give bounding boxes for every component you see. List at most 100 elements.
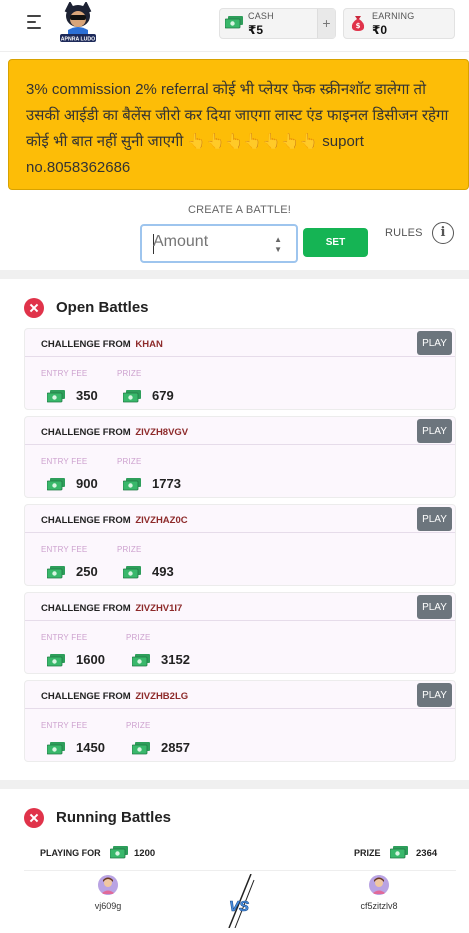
rules-link[interactable]: RULES <box>385 227 423 239</box>
challenger-name: ZIVZHV1I7 <box>135 603 183 614</box>
challenge-prefix: CHALLENGE FROM <box>41 515 131 526</box>
svg-text:$: $ <box>356 22 361 30</box>
open-battles-title: Open Battles <box>56 299 149 316</box>
player-two[interactable]: cf5zitzlv8 <box>339 875 419 911</box>
challenger-name: KHAN <box>135 339 163 350</box>
earning-wallet[interactable]: $ EARNING ₹0 <box>343 8 455 39</box>
entry-fee-value: 350 <box>76 388 98 403</box>
add-cash-button[interactable]: + <box>317 9 335 38</box>
player-one[interactable]: vj609g <box>68 875 148 911</box>
menu-icon[interactable] <box>27 15 43 31</box>
player-two-name: cf5zitzlv8 <box>360 901 398 911</box>
cash-icon <box>46 654 65 672</box>
cash-icon <box>122 390 141 408</box>
running-battles-title: Running Battles <box>56 809 171 826</box>
entry-fee-value: 1450 <box>76 740 105 755</box>
challenge-from: CHALLENGE FROM KHAN <box>41 339 163 350</box>
challenge-from: CHALLENGE FROM ZIVZHV1I7 <box>41 603 182 614</box>
logo-text: APNRA LUDO <box>61 37 95 43</box>
challenge-prefix: CHALLENGE FROM <box>41 691 131 702</box>
prize-label: PRIZE <box>126 721 151 730</box>
battle-card: CHALLENGE FROM ZIVZHAZ0C PLAY ENTRY FEE PRI… <box>24 504 456 586</box>
earning-label: EARNING <box>372 11 415 21</box>
battle-card-header: CHALLENGE FROM ZIVZHB2LG PLAY <box>25 681 455 709</box>
money-bag-icon: $ <box>351 16 365 31</box>
amount-input[interactable] <box>153 233 268 251</box>
swords-icon <box>24 808 44 828</box>
prize-label: PRIZE <box>117 545 142 554</box>
cash-icon <box>122 566 141 584</box>
cash-icon <box>110 846 128 859</box>
cash-icon <box>46 742 65 760</box>
play-button[interactable]: PLAY <box>417 507 452 531</box>
entry-fee-label: ENTRY FEE <box>41 633 88 642</box>
swords-icon <box>24 298 44 318</box>
prize-label: PRIZE <box>126 633 151 642</box>
challenge-prefix: CHALLENGE FROM <box>41 603 131 614</box>
entry-fee-value: 1600 <box>76 652 105 667</box>
battle-card-header: CHALLENGE FROM KHAN PLAY <box>25 329 455 357</box>
battle-card: CHALLENGE FROM KHAN PLAY ENTRY FEE PRIZE 350… <box>24 328 456 410</box>
entry-fee-label: ENTRY FEE <box>41 545 88 554</box>
prize-value: 1773 <box>152 476 181 491</box>
player-one-name: vj609g <box>94 901 122 911</box>
cash-icon <box>46 390 65 408</box>
challenge-prefix: CHALLENGE FROM <box>41 427 131 438</box>
section-divider <box>0 780 469 789</box>
section-divider <box>0 270 469 279</box>
info-icon[interactable]: i <box>432 222 454 244</box>
play-button[interactable]: PLAY <box>417 331 452 355</box>
prize-label: PRIZE <box>117 369 142 378</box>
challenger-name: ZIVZHAZ0C <box>135 515 188 526</box>
cash-icon <box>225 16 243 29</box>
earning-value: ₹0 <box>372 23 388 37</box>
amount-field[interactable]: ▲▼ <box>140 224 298 263</box>
prize-label: PRIZE <box>117 457 142 466</box>
entry-fee-label: ENTRY FEE <box>41 369 88 378</box>
amount-stepper-icon[interactable]: ▲ ▼ <box>274 235 282 255</box>
avatar <box>369 875 389 895</box>
battle-card: CHALLENGE FROM ZIVZHB2LG PLAY ENTRY FEE PRI… <box>24 680 456 762</box>
running-prize-label: PRIZE <box>354 848 381 858</box>
app-logo[interactable]: APNRA LUDO <box>56 2 100 44</box>
cash-value: ₹5 <box>248 23 264 37</box>
top-header: APNRA LUDO CASH ₹5 + $ EARNING ₹0 <box>0 0 469 52</box>
challenger-name: ZIVZH8VGV <box>135 427 189 438</box>
prize-value: 493 <box>152 564 174 579</box>
cash-icon <box>131 654 150 672</box>
battle-card-header: CHALLENGE FROM ZIVZH8VGV PLAY <box>25 417 455 445</box>
play-button[interactable]: PLAY <box>417 683 452 707</box>
create-battle-heading: CREATE A BATTLE! <box>188 204 292 216</box>
entry-fee-label: ENTRY FEE <box>41 457 88 466</box>
challenge-from: CHALLENGE FROM ZIVZH8VGV <box>41 427 188 438</box>
versus-icon: VS <box>228 874 255 928</box>
battle-card-header: CHALLENGE FROM ZIVZHV1I7 PLAY <box>25 593 455 621</box>
battle-card-header: CHALLENGE FROM ZIVZHAZ0C PLAY <box>25 505 455 533</box>
challenge-from: CHALLENGE FROM ZIVZHB2LG <box>41 691 188 702</box>
cash-icon <box>390 846 408 859</box>
entry-fee-value: 900 <box>76 476 98 491</box>
cash-icon <box>46 566 65 584</box>
playing-for-value: 1200 <box>134 848 156 859</box>
entry-fee-label: ENTRY FEE <box>41 721 88 730</box>
prize-value: 679 <box>152 388 174 403</box>
prize-value: 3152 <box>161 652 190 667</box>
challenge-prefix: CHALLENGE FROM <box>41 339 131 350</box>
cash-icon <box>122 478 141 496</box>
play-button[interactable]: PLAY <box>417 419 452 443</box>
svg-text:VS: VS <box>229 898 249 915</box>
cash-label: CASH <box>248 11 274 21</box>
cash-icon <box>46 478 65 496</box>
avatar <box>98 875 118 895</box>
entry-fee-value: 250 <box>76 564 98 579</box>
battle-card: CHALLENGE FROM ZIVZH8VGV PLAY ENTRY FEE PRI… <box>24 416 456 498</box>
battle-card: CHALLENGE FROM ZIVZHV1I7 PLAY ENTRY FEE PRI… <box>24 592 456 674</box>
prize-value: 2857 <box>161 740 190 755</box>
set-button[interactable]: SET <box>303 228 368 257</box>
challenge-from: CHALLENGE FROM ZIVZHAZ0C <box>41 515 188 526</box>
commission-notice: 3% commission 2% referral कोई भी प्लेयर … <box>8 59 469 190</box>
playing-for-label: PLAYING FOR <box>40 848 101 858</box>
cash-wallet[interactable]: CASH ₹5 + <box>219 8 336 39</box>
play-button[interactable]: PLAY <box>417 595 452 619</box>
cash-icon <box>131 742 150 760</box>
